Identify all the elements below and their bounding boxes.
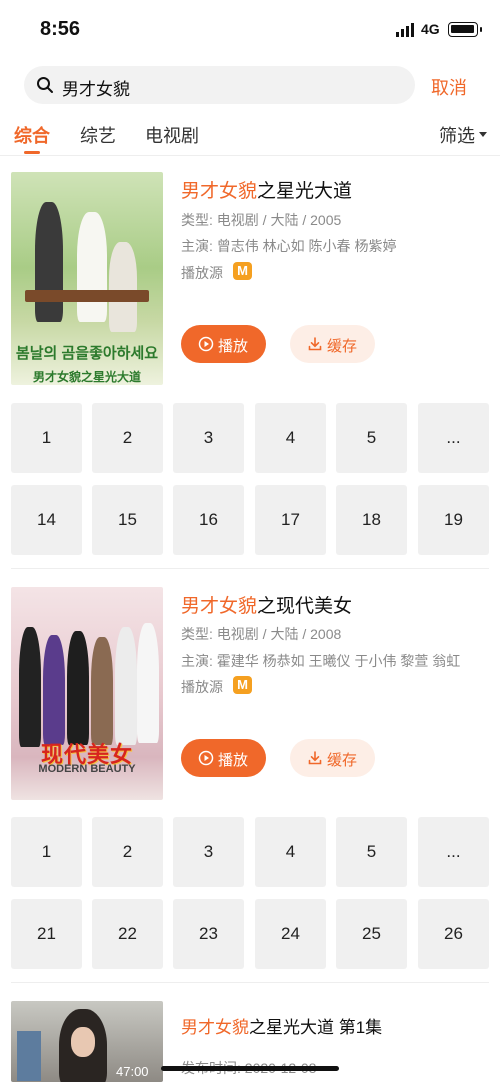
episode-button[interactable]: 26 [418,899,489,969]
poster-image[interactable]: 现代美女 MODERN BEAUTY [11,587,163,800]
more-episodes-button[interactable]: ... [418,403,489,473]
episode-button[interactable]: 21 [11,899,82,969]
episode-button[interactable]: 1 [11,817,82,887]
episode-button[interactable]: 15 [92,485,163,555]
episode-button[interactable]: 18 [336,485,407,555]
poster-caption: 男才女貌之星光大道 [32,370,141,384]
episode-button[interactable]: 2 [92,817,163,887]
cache-button[interactable]: 缓存 [290,739,375,777]
battery-icon [448,22,482,37]
poster-caption: MODERN BEAUTY [38,763,136,775]
search-query: 男才女貌 [62,80,130,99]
divider [11,568,489,569]
source-label: 播放源 [181,265,223,281]
episode-button[interactable]: 5 [336,403,407,473]
episode-button[interactable]: 5 [336,817,407,887]
result-cast: 主演: 霍建华 杨恭如 王曦仪 于小伟 黎萱 翁虹 [181,653,461,669]
play-button[interactable]: 播放 [181,325,266,363]
episode-button[interactable]: 22 [92,899,163,969]
mango-tv-source-icon[interactable]: M [233,262,252,280]
home-indicator [161,1066,339,1071]
episode-button[interactable]: 3 [173,817,244,887]
episode-button[interactable]: 1 [11,403,82,473]
signal-icon [396,23,414,37]
episode-button[interactable]: 23 [173,899,244,969]
result-title[interactable]: 男才女貌之星光大道 第1集 [181,1013,382,1038]
cache-button[interactable]: 缓存 [290,325,375,363]
source-label: 播放源 [181,679,223,695]
episode-button[interactable]: 4 [255,403,326,473]
filter-button[interactable]: 筛选 [439,122,475,148]
search-icon [37,77,53,93]
active-tab-indicator [24,151,40,154]
status-time: 8:56 [40,18,81,40]
play-button[interactable]: 播放 [181,739,266,777]
download-icon [308,337,322,351]
episode-button[interactable]: 3 [173,403,244,473]
search-input[interactable]: 男才女貌 [24,66,415,104]
tab-all[interactable]: 综合 [14,122,50,148]
episode-button[interactable]: 24 [255,899,326,969]
cancel-button[interactable]: 取消 [431,74,467,100]
result-title[interactable]: 男才女貌之星光大道 [181,176,352,203]
result-cast: 主演: 曾志伟 林心如 陈小春 杨紫婷 [181,238,397,254]
network-label: 4G [421,21,440,37]
result-type: 类型: 电视剧 / 大陆 / 2008 [181,626,342,642]
episode-button[interactable]: 17 [255,485,326,555]
download-icon [308,751,322,765]
result-type: 类型: 电视剧 / 大陆 / 2005 [181,212,342,228]
play-icon [198,750,214,766]
video-duration: 47:00 [116,1064,149,1079]
play-icon [198,336,214,352]
poster-caption: 봄날의 곰을좋아하세요 [15,345,159,362]
result-title[interactable]: 男才女貌之现代美女 [181,591,352,618]
status-bar: 8:56 4G [0,0,500,58]
poster-image[interactable]: 봄날의 곰을좋아하세요 男才女貌之星光大道 [11,172,163,385]
episode-button[interactable]: 14 [11,485,82,555]
episode-button[interactable]: 16 [173,485,244,555]
episode-button[interactable]: 2 [92,403,163,473]
episode-button[interactable]: 19 [418,485,489,555]
tab-variety[interactable]: 综艺 [80,122,116,148]
episode-button[interactable]: 25 [336,899,407,969]
more-episodes-button[interactable]: ... [418,817,489,887]
mango-tv-source-icon[interactable]: M [233,676,252,694]
caret-down-icon[interactable] [479,132,487,137]
divider [11,982,489,983]
episode-button[interactable]: 4 [255,817,326,887]
category-tabs: 综合 综艺 电视剧 筛选 [0,118,500,156]
tab-tv-series[interactable]: 电视剧 [145,122,199,148]
